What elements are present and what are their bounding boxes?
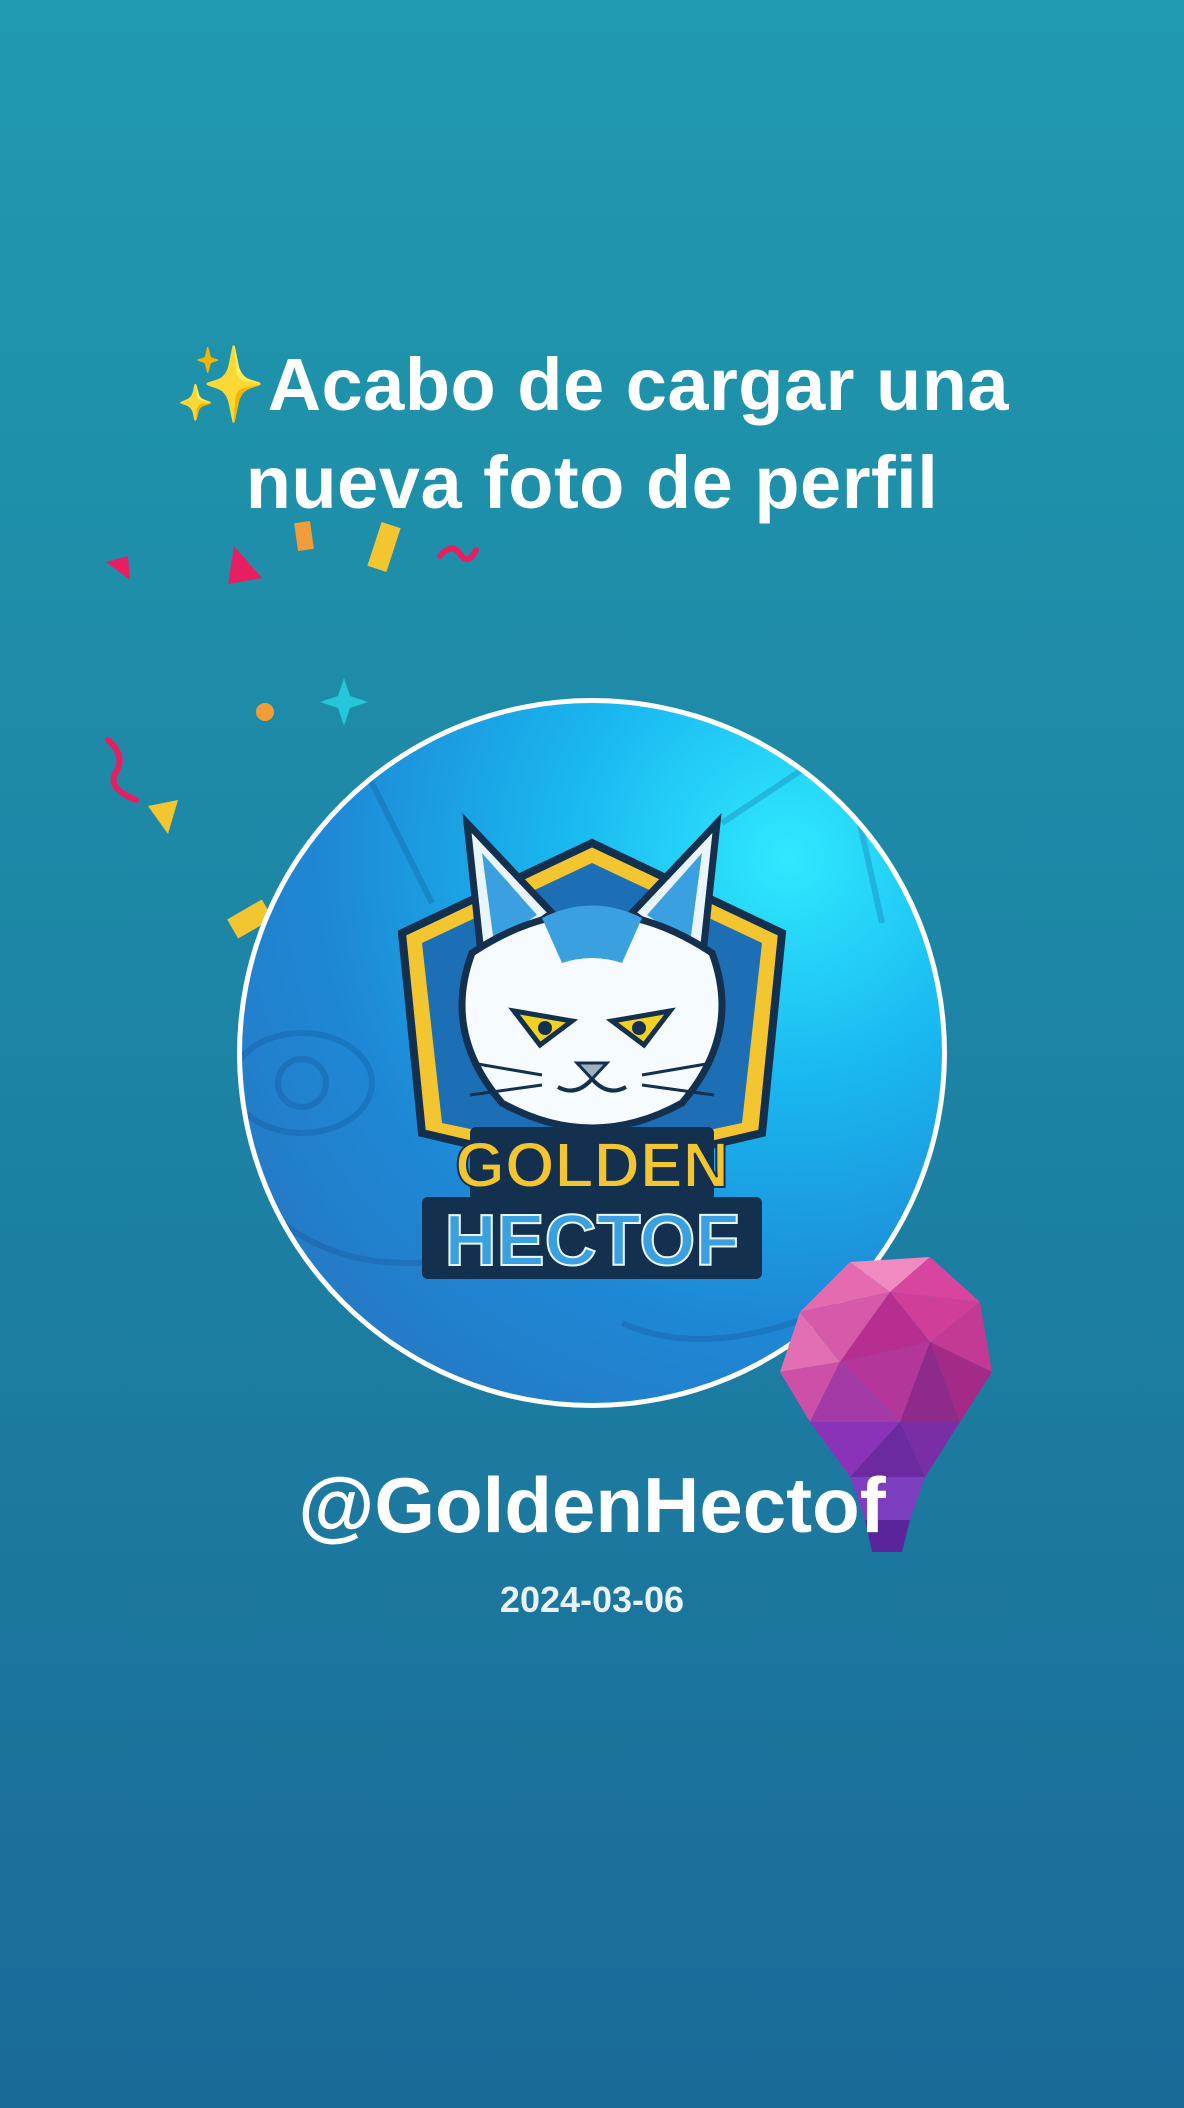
headline-text-1: Acabo de cargar una — [267, 343, 1010, 426]
headline: ✨Acabo de cargar una nueva foto de perfi… — [0, 336, 1184, 532]
headline-line-1: ✨Acabo de cargar una — [0, 336, 1184, 434]
headline-line-2: nueva foto de perfil — [245, 441, 939, 524]
logo-text-golden: GOLDEN — [455, 1129, 729, 1201]
username[interactable]: @GoldenHectof — [0, 1460, 1184, 1550]
post-date: 2024-03-06 — [499, 1579, 685, 1620]
sparkles-icon: ✨ — [174, 343, 268, 426]
logo-text-hectof: HECTOF — [445, 1201, 740, 1281]
